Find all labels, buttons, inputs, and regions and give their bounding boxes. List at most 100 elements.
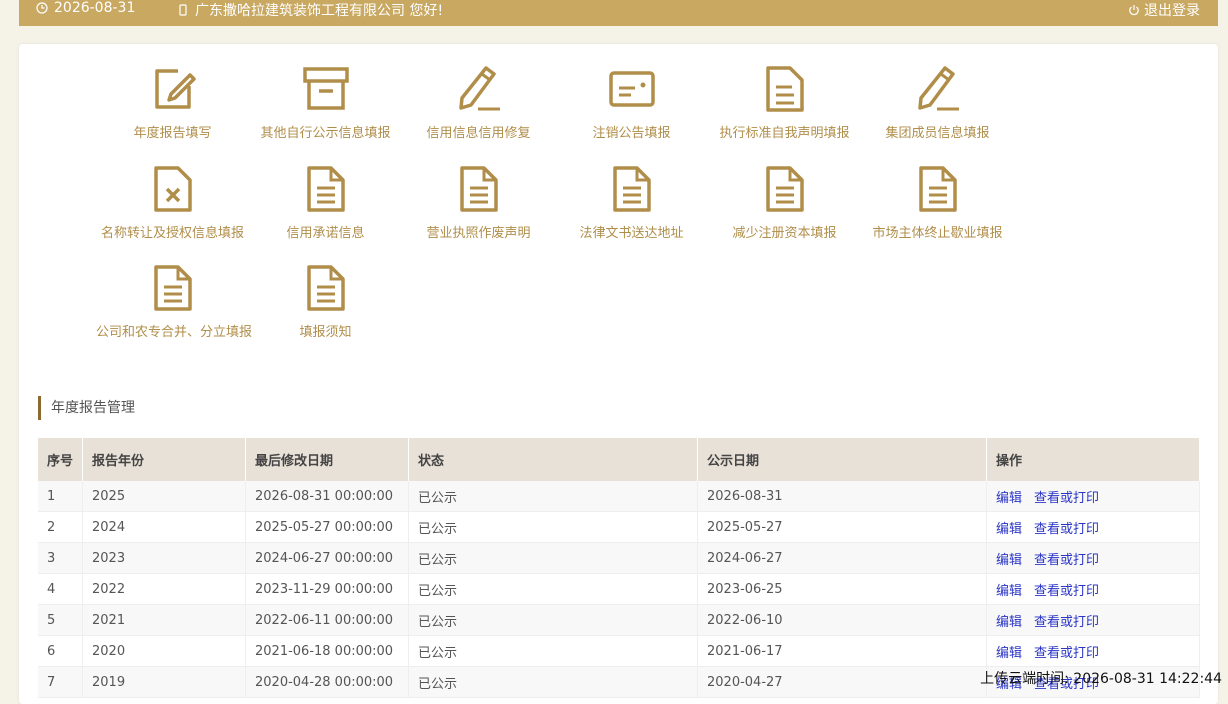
main-panel: 年度报告填写 其他自行公示信息填报 信用信息信用修复 注销公告填报 执行标准自我…: [19, 44, 1218, 704]
col-header-modified: 最后修改日期: [245, 438, 409, 481]
cell-year: 2024: [82, 511, 246, 543]
edit-link[interactable]: 编辑: [996, 491, 1022, 506]
document-icon: [459, 166, 498, 212]
cell-modified: 2025-05-27 00:00:00: [245, 511, 409, 543]
table-row: 2 2024 2025-05-27 00:00:00 已公示 2025-05-2…: [38, 511, 1200, 543]
cell-actions: 编辑 查看或打印: [986, 511, 1200, 543]
tile-label: 公司和农专合并、分立填报: [96, 325, 253, 340]
edit-link[interactable]: 编辑: [996, 553, 1022, 568]
view-print-link[interactable]: 查看或打印: [1034, 584, 1099, 599]
greeting: 广东撒哈拉建筑装饰工程有限公司 您好!: [177, 0, 443, 20]
cell-modified: 2021-06-18 00:00:00: [245, 635, 409, 667]
col-header-actions: 操作: [986, 438, 1200, 481]
cell-status: 已公示: [408, 542, 698, 574]
top-bar: 2026-08-31 广东撒哈拉建筑装饰工程有限公司 您好! 退出登录: [19, 0, 1218, 26]
tile-label: 法律文书送达地址: [579, 226, 684, 241]
view-print-link[interactable]: 查看或打印: [1034, 553, 1099, 568]
cell-status: 已公示: [408, 481, 698, 512]
edit-link[interactable]: 编辑: [996, 615, 1022, 630]
cell-status: 已公示: [408, 511, 698, 543]
cell-modified: 2026-08-31 00:00:00: [245, 481, 409, 512]
view-print-link[interactable]: 查看或打印: [1034, 615, 1099, 630]
tile-label: 信用信息信用修复: [426, 126, 531, 141]
tile-label: 注销公告填报: [592, 126, 671, 141]
tile-merge-split[interactable]: 公司和农专合并、分立填报: [96, 263, 253, 355]
cell-actions: 编辑 查看或打印: [986, 573, 1200, 605]
cell-publish-date: 2023-06-25: [697, 573, 987, 605]
tile-other-disclosure[interactable]: 其他自行公示信息填报: [249, 64, 402, 156]
col-header-no: 序号: [38, 438, 83, 481]
cell-modified: 2023-11-29 00:00:00: [245, 573, 409, 605]
cell-year: 2023: [82, 542, 246, 574]
tile-credit-repair[interactable]: 信用信息信用修复: [402, 64, 555, 156]
tile-label: 名称转让及授权信息填报: [100, 226, 244, 241]
tile-name-transfer[interactable]: 名称转让及授权信息填报: [96, 164, 249, 256]
col-header-year: 报告年份: [82, 438, 246, 481]
document-icon: [306, 166, 345, 212]
edit-link[interactable]: 编辑: [996, 522, 1022, 537]
tile-annual-report[interactable]: 年度报告填写: [96, 64, 249, 156]
tile-label: 其他自行公示信息填报: [260, 126, 391, 141]
document-icon: [306, 265, 345, 311]
table-row: 5 2021 2022-06-11 00:00:00 已公示 2022-06-1…: [38, 604, 1200, 636]
clock-icon: [36, 2, 48, 14]
cell-status: 已公示: [408, 573, 698, 605]
cell-no: 4: [38, 573, 83, 605]
cell-modified: 2022-06-11 00:00:00: [245, 604, 409, 636]
edit-link[interactable]: 编辑: [996, 646, 1022, 661]
cell-year: 2025: [82, 481, 246, 512]
current-date: 2026-08-31: [54, 0, 136, 16]
cell-year: 2021: [82, 604, 246, 636]
tile-label: 市场主体终止歇业填报: [872, 226, 1003, 241]
edit-icon: [154, 69, 196, 109]
tile-label: 减少注册资本填报: [732, 226, 837, 241]
cell-no: 1: [38, 481, 83, 512]
tile-group-members[interactable]: 集团成员信息填报: [861, 64, 1014, 156]
cell-no: 6: [38, 635, 83, 667]
archive-box-icon: [302, 67, 349, 110]
cell-actions: 编辑 查看或打印: [986, 604, 1200, 636]
edit-link[interactable]: 编辑: [996, 584, 1022, 599]
table-row: 1 2025 2026-08-31 00:00:00 已公示 2026-08-3…: [38, 481, 1200, 512]
cell-modified: 2024-06-27 00:00:00: [245, 542, 409, 574]
cell-no: 2: [38, 511, 83, 543]
tile-standard-declaration[interactable]: 执行标准自我声明填报: [708, 64, 861, 156]
id-card-icon: [608, 71, 655, 107]
view-print-link[interactable]: 查看或打印: [1034, 491, 1099, 506]
tile-license-void[interactable]: 营业执照作废声明: [402, 164, 555, 256]
cell-status: 已公示: [408, 604, 698, 636]
view-print-link[interactable]: 查看或打印: [1034, 522, 1099, 537]
document-icon: [153, 265, 192, 311]
view-print-link[interactable]: 查看或打印: [1034, 646, 1099, 661]
tile-business-suspension[interactable]: 市场主体终止歇业填报: [861, 164, 1014, 256]
logout-button[interactable]: 退出登录: [1128, 0, 1200, 20]
tile-capital-reduction[interactable]: 减少注册资本填报: [708, 164, 861, 256]
tile-credit-commitment[interactable]: 信用承诺信息: [249, 164, 402, 256]
logout-label: 退出登录: [1144, 3, 1200, 19]
col-header-status: 状态: [408, 438, 698, 481]
cell-publish-date: 2022-06-10: [697, 604, 987, 636]
table-row: 4 2022 2023-11-29 00:00:00 已公示 2023-06-2…: [38, 573, 1200, 605]
tile-label: 集团成员信息填报: [885, 126, 990, 141]
pencil-icon: [458, 66, 500, 111]
tile-cancellation-notice[interactable]: 注销公告填报: [555, 64, 708, 156]
cell-publish-date: 2021-06-17: [697, 635, 987, 667]
cell-no: 5: [38, 604, 83, 636]
cell-publish-date: 2026-08-31: [697, 481, 987, 512]
cell-publish-date: 2024-06-27: [697, 542, 987, 574]
tile-label: 执行标准自我声明填报: [719, 126, 850, 141]
cell-actions: 编辑 查看或打印: [986, 542, 1200, 574]
power-icon: [1129, 5, 1139, 16]
table-header-row: 序号 报告年份 最后修改日期 状态 公示日期 操作: [38, 438, 1200, 481]
greeting-text: 广东撒哈拉建筑装饰工程有限公司 您好!: [195, 3, 444, 19]
upload-timestamp: 上传云端时间: 2026-08-31 14:22:44: [980, 671, 1222, 687]
annual-report-table: 序号 报告年份 最后修改日期 状态 公示日期 操作 1 2025 2026-08…: [38, 438, 1200, 698]
document-icon: [765, 66, 804, 112]
cell-year: 2022: [82, 573, 246, 605]
tile-legal-address[interactable]: 法律文书送达地址: [555, 164, 708, 256]
pencil-icon: [917, 66, 959, 111]
table-row: 3 2023 2024-06-27 00:00:00 已公示 2024-06-2…: [38, 542, 1200, 574]
document-x-icon: [153, 166, 192, 212]
tile-label: 填报须知: [299, 325, 352, 340]
tile-filing-notice[interactable]: 填报须知: [249, 263, 402, 355]
